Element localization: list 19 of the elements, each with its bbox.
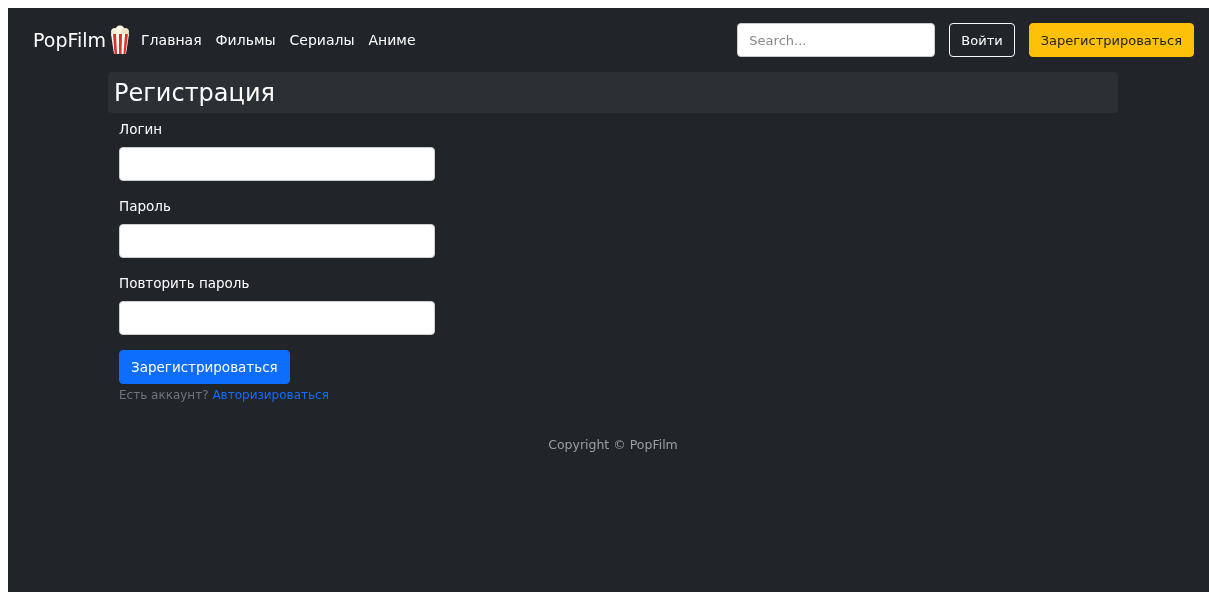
register-button[interactable]: Зарегистрироваться	[1028, 23, 1194, 57]
popcorn-icon	[109, 25, 132, 55]
nav-link[interactable]: Главная	[141, 32, 202, 48]
nav-link[interactable]: Аниме	[368, 32, 416, 48]
nav-link[interactable]: Сериалы	[289, 32, 355, 48]
footer-copyright: Copyright © PopFilm	[548, 437, 678, 452]
input-field[interactable]	[119, 224, 435, 258]
field-label: Логин	[119, 121, 164, 137]
submit-button[interactable]: Зарегистрироваться	[119, 350, 290, 384]
account-prompt: Есть аккаунт? Авторизироваться	[119, 388, 329, 402]
field-label: Повторить пароль	[119, 275, 251, 291]
login-button[interactable]: Войти	[949, 23, 1015, 57]
field-label: Пароль	[119, 198, 172, 214]
input-field[interactable]	[119, 147, 435, 181]
brand-logo[interactable]: PopFilm	[33, 29, 107, 51]
page-title: Регистрация	[108, 72, 1118, 113]
nav-link[interactable]: Фильмы	[215, 32, 276, 48]
input-field[interactable]	[119, 301, 435, 335]
search-field[interactable]: Search...	[737, 23, 936, 57]
